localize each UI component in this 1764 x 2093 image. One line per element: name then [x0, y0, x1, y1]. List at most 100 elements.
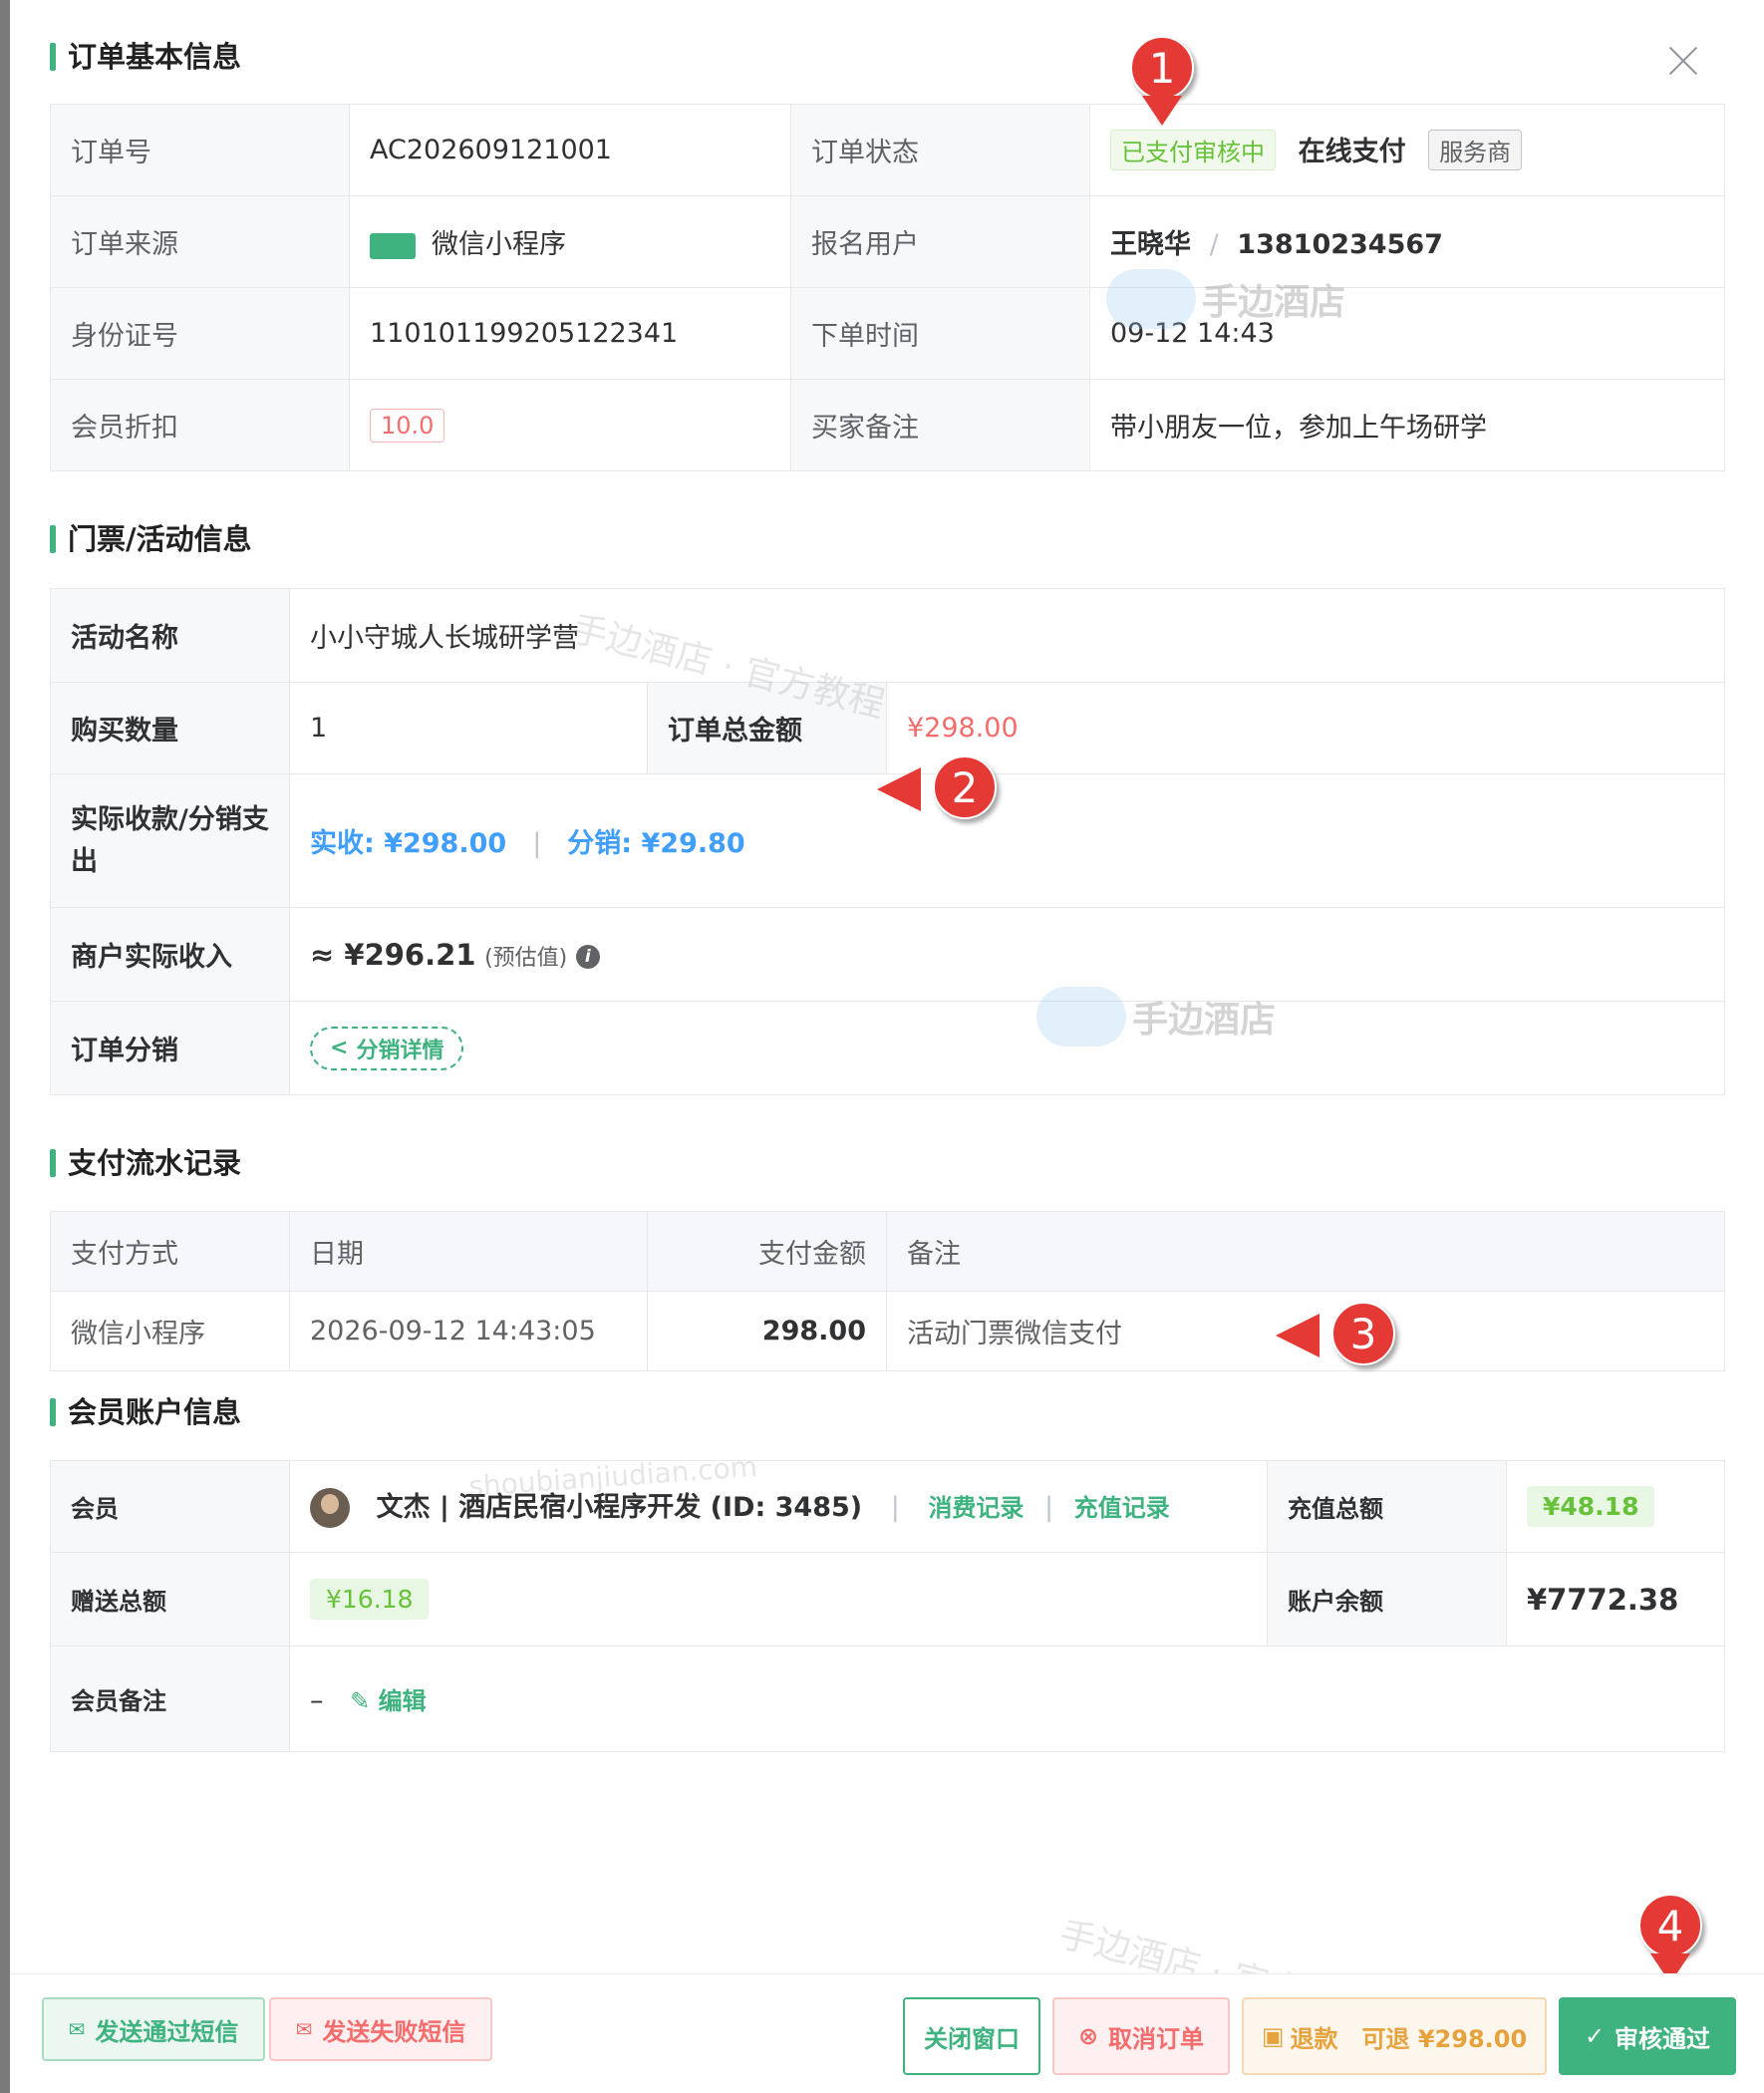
recharge-total-value: ¥48.18: [1527, 1486, 1655, 1527]
income-note: (预估值): [484, 945, 568, 971]
payment-header-date: 日期: [289, 1211, 648, 1292]
dialog-footer: ✉ 发送通过短信 ✉ 发送失败短信 关闭窗口 ⊗ 取消订单 ▣ 退款 可退 ¥298.00…: [10, 1973, 1764, 2093]
order-no-value: AC202609121001: [349, 104, 791, 196]
distribution-label: 订单分销: [50, 1001, 290, 1095]
payment-date: 2026-09-12 14:43:05: [289, 1291, 648, 1371]
watermark-logo-2: 手边酒店: [1036, 987, 1276, 1046]
user-phone: 13810234567: [1237, 229, 1443, 260]
user-separator: /: [1209, 229, 1219, 260]
balance-value: ¥7772.38: [1506, 1552, 1725, 1646]
status-cell: 已支付审核中 在线支付 服务商: [1089, 104, 1725, 196]
wechat-icon: [370, 232, 416, 259]
id-label: 身份证号: [50, 287, 350, 380]
close-icon[interactable]: [1666, 44, 1700, 78]
id-value: 110101199205122341: [349, 287, 791, 380]
watermark-logo-1: 手边酒店: [1106, 269, 1345, 329]
member-label: 会员: [50, 1460, 290, 1553]
payment-method: 微信小程序: [50, 1291, 290, 1371]
cancel-circle-icon: ⊗: [1077, 2022, 1099, 2050]
section-title-basic: 订单基本信息: [50, 40, 241, 74]
remark-value: 带小朋友一位，参加上午场研学: [1089, 379, 1725, 471]
recharge-total-label: 充值总额: [1267, 1460, 1507, 1553]
cloud-logo-icon: [1106, 269, 1196, 329]
balance-label: 账户余额: [1267, 1552, 1507, 1646]
consume-record-link[interactable]: 消费记录: [928, 1494, 1024, 1522]
income-label: 商户实际收入: [50, 907, 290, 1002]
status-tag: 已支付审核中: [1110, 130, 1276, 170]
payment-header-method: 支付方式: [50, 1211, 290, 1292]
member-note-cell: – ✎ 编辑: [289, 1645, 1725, 1752]
member-separator: |: [890, 1491, 900, 1523]
distribution-cell: < 分销详情: [288, 1001, 1726, 1095]
send-pass-sms-button[interactable]: ✉ 发送通过短信: [42, 1997, 265, 2061]
pay-type: 在线支付: [1298, 137, 1406, 167]
watermark-brand-2: 手边酒店: [1132, 1000, 1277, 1041]
avatar: [310, 1488, 350, 1529]
send-fail-sms-button[interactable]: ✉ 发送失败短信: [269, 1997, 492, 2061]
user-name: 王晓华: [1110, 229, 1191, 260]
refund-button[interactable]: ▣ 退款 可退 ¥298.00: [1242, 1997, 1547, 2075]
remark-label: 买家备注: [790, 379, 1090, 471]
share-icon: <: [330, 1036, 349, 1060]
order-detail-dialog: 订单基本信息 订单号 AC202609121001 订单状态 已支付审核中 在线…: [10, 0, 1764, 2093]
annotation-marker-4: 4: [1638, 1894, 1702, 1957]
received-value: 实收: ¥298.00: [310, 828, 507, 859]
refund-icon: ▣: [1261, 2022, 1285, 2050]
commission-value: 分销: ¥29.80: [567, 828, 745, 859]
gift-value: ¥16.18: [310, 1579, 430, 1620]
annotation-arrow-3: [1276, 1314, 1320, 1357]
received-cell: 实收: ¥298.00 | 分销: ¥29.80: [288, 773, 1726, 908]
close-window-button[interactable]: 关闭窗口: [903, 1997, 1040, 2075]
discount-tag: 10.0: [370, 408, 445, 443]
ticket-info-table: 活动名称 小小守城人长城研学营 购买数量 1 订单总金额 ¥298.00 实际收…: [50, 588, 1726, 1095]
approve-label: 审核通过: [1615, 2024, 1711, 2053]
activity-name-value: 小小守城人长城研学营: [288, 588, 1726, 683]
refundable-amount: 可退 ¥298.00: [1361, 2024, 1528, 2053]
user-label: 报名用户: [790, 195, 1090, 288]
member-cell: 文杰 | 酒店民宿小程序开发 (ID: 3485) | 消费记录 | 充值记录: [289, 1460, 1268, 1553]
payment-header-amount: 支付金额: [647, 1211, 887, 1292]
section-title-payment: 支付流水记录: [50, 1146, 241, 1180]
annotation-arrow-2: [877, 767, 921, 811]
approve-button[interactable]: ✓ 审核通过: [1559, 1997, 1736, 2075]
discount-label: 会员折扣: [50, 379, 350, 471]
income-cell: ≈ ¥296.21 (预估值) i: [288, 907, 1726, 1002]
member-note-value: –: [310, 1685, 324, 1716]
member-name: 文杰 | 酒店民宿小程序开发 (ID: 3485): [376, 1491, 863, 1523]
edit-note-button[interactable]: ✎ 编辑: [350, 1687, 426, 1715]
table-row: 微信小程序 2026-09-12 14:43:05 298.00 活动门票微信支…: [50, 1291, 1725, 1371]
pencil-icon: ✎: [350, 1687, 379, 1715]
annotation-marker-2: 2: [933, 755, 997, 819]
annotation-marker-1: 1: [1130, 36, 1194, 100]
received-separator: |: [532, 828, 542, 859]
payment-table: 支付方式 日期 支付金额 备注 微信小程序 2026-09-12 14:43:0…: [50, 1211, 1725, 1371]
recharge-record-link[interactable]: 充值记录: [1074, 1494, 1170, 1522]
cloud-logo-icon: [1036, 987, 1126, 1046]
send-pass-sms-label: 发送通过短信: [95, 2017, 239, 2046]
annotation-arrow-1: [1142, 96, 1182, 126]
order-no-label: 订单号: [50, 104, 350, 196]
link-separator: |: [1044, 1491, 1054, 1523]
check-icon: ✓: [1584, 2022, 1606, 2050]
basic-info-table: 订单号 AC202609121001 订单状态 已支付审核中 在线支付 服务商 …: [50, 104, 1725, 471]
provider-tag: 服务商: [1428, 130, 1523, 170]
info-icon[interactable]: i: [575, 945, 600, 969]
source-cell: 微信小程序: [349, 195, 791, 288]
received-label: 实际收款/分销支出: [50, 773, 290, 908]
time-label: 下单时间: [790, 287, 1090, 380]
income-value: ≈ ¥296.21: [310, 937, 476, 972]
section-title-member: 会员账户信息: [50, 1395, 241, 1429]
gift-label: 赠送总额: [50, 1552, 290, 1646]
discount-cell: 10.0: [349, 379, 791, 471]
distribution-detail-button[interactable]: < 分销详情: [310, 1026, 464, 1070]
section-title-ticket: 门票/活动信息: [50, 522, 252, 556]
cancel-order-button[interactable]: ⊗ 取消订单: [1052, 1997, 1230, 2075]
annotation-marker-3: 3: [1331, 1302, 1395, 1365]
send-fail-sms-label: 发送失败短信: [322, 2017, 466, 2046]
distribution-detail-label: 分销详情: [356, 1038, 444, 1063]
source-label: 订单来源: [50, 195, 350, 288]
watermark-brand-1: 手边酒店: [1202, 282, 1346, 323]
qty-value: 1: [289, 682, 648, 774]
source-value: 微信小程序: [432, 229, 566, 260]
member-note-label: 会员备注: [50, 1645, 290, 1752]
